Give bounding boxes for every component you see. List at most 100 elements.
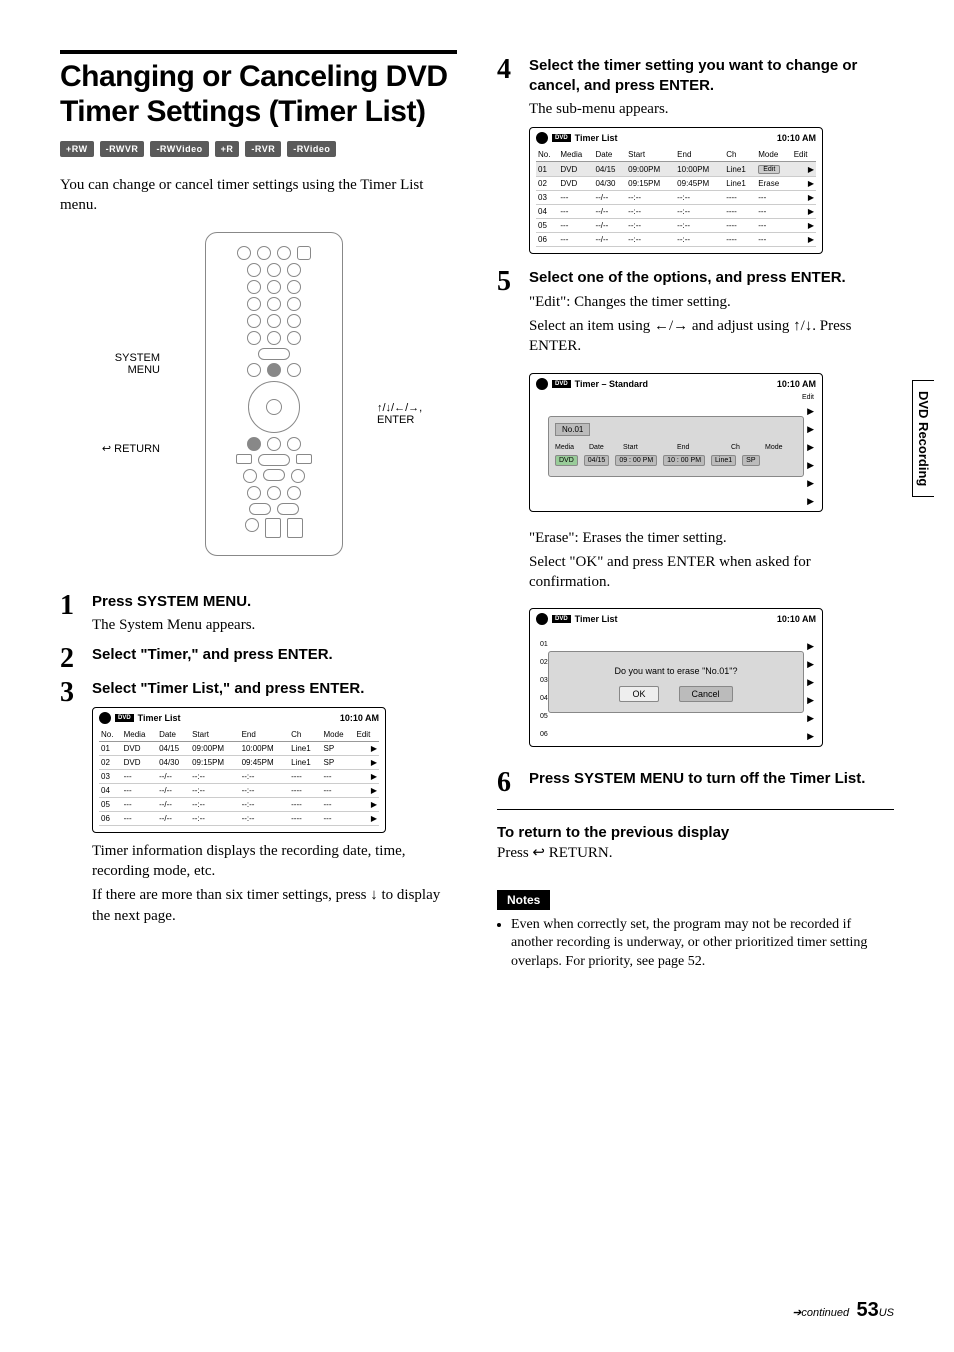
- table-row[interactable]: 06-----/----:----:---------▶: [99, 811, 379, 825]
- step-1: 1 Press SYSTEM MENU. The System Menu app…: [60, 592, 457, 640]
- table-row[interactable]: 05-----/----:----:---------▶: [536, 219, 816, 233]
- continued-label: ➔continued: [792, 1307, 849, 1319]
- timer-list-panel-step4: DVD Timer List 10:10 AM No.MediaDateStar…: [529, 127, 823, 254]
- badge-rvr: -RVR: [245, 141, 281, 157]
- table-row[interactable]: 04-----/----:----:---------▶: [99, 783, 379, 797]
- disc-icon: [99, 712, 111, 724]
- field-end[interactable]: 10 : 00 PM: [663, 455, 705, 466]
- edit-pill[interactable]: Edit: [758, 165, 780, 174]
- panel-title: Timer List: [138, 713, 181, 723]
- table-row[interactable]: 02DVD04/3009:15PM09:45PMLine1Erase▶: [536, 177, 816, 191]
- field-start[interactable]: 09 : 00 PM: [615, 455, 657, 466]
- arrow-icon[interactable]: ▶: [807, 713, 814, 724]
- step-6-head: Press SYSTEM MENU to turn off the Timer …: [529, 769, 865, 789]
- arrow-icon[interactable]: ▶: [807, 442, 814, 453]
- step-4-head: Select the timer setting you want to cha…: [529, 56, 894, 95]
- arrow-icon[interactable]: ▶: [792, 177, 816, 191]
- table-row[interactable]: 06-----/----:----:---------▶: [536, 233, 816, 247]
- ok-button[interactable]: OK: [619, 686, 658, 702]
- field-date[interactable]: 04/15: [584, 455, 610, 466]
- arrow-icon[interactable]: ▶: [807, 460, 814, 471]
- label-start: Start: [623, 444, 671, 451]
- arrow-icon[interactable]: ▶: [792, 219, 816, 233]
- col-mode: Mode: [322, 728, 355, 742]
- intro-text: You can change or cancel timer settings …: [60, 175, 457, 216]
- callout-system-menu: SYSTEM MENU: [80, 352, 160, 376]
- panel-clock: 10:10 AM: [777, 379, 816, 389]
- arrow-icon[interactable]: ▶: [792, 162, 816, 177]
- title-rule: [60, 50, 457, 54]
- table-row[interactable]: 01DVD04/1509:00PM10:00PMLine1Edit▶: [536, 162, 816, 177]
- panel-edit-title: Timer – Standard: [575, 379, 648, 389]
- table-row[interactable]: 03-----/----:----:---------▶: [536, 191, 816, 205]
- step-5-body3: "Erase": Erases the timer setting.: [529, 528, 894, 548]
- notes-label: Notes: [497, 890, 550, 910]
- arrow-icon[interactable]: ▶: [792, 191, 816, 205]
- badge-r-plus: +R: [215, 141, 240, 157]
- arrow-icon[interactable]: ▶: [807, 424, 814, 435]
- table-row[interactable]: 01DVD04/1509:00PM10:00PMLine1SP▶: [99, 741, 379, 755]
- step-4-number: 4: [497, 56, 519, 84]
- arrow-icon[interactable]: ▶: [807, 659, 814, 670]
- step-3-after2: If there are more than six timer setting…: [92, 885, 457, 926]
- cancel-button[interactable]: Cancel: [679, 686, 733, 702]
- arrow-icon[interactable]: ▶: [807, 695, 814, 706]
- note-item: Even when correctly set, the program may…: [511, 916, 894, 973]
- step-4-body: The sub-menu appears.: [529, 99, 894, 119]
- arrow-icon[interactable]: ▶: [807, 677, 814, 688]
- timer-standard-panel: DVD Timer – Standard 10:10 AM Edit ▶ ▶ ▶…: [529, 373, 823, 512]
- panel-title: Timer List: [575, 614, 618, 624]
- disc-icon: [536, 613, 548, 625]
- label-mode: Mode: [765, 444, 785, 451]
- notes-list: Even when correctly set, the program may…: [497, 916, 894, 973]
- panel-clock: 10:10 AM: [777, 133, 816, 143]
- arrow-icon[interactable]: ▶: [792, 233, 816, 247]
- arrow-icon[interactable]: ▶: [355, 741, 380, 755]
- step-3-head: Select "Timer List," and press ENTER.: [92, 679, 457, 699]
- table-row[interactable]: 04-----/----:----:---------▶: [536, 205, 816, 219]
- step-5-number: 5: [497, 268, 519, 296]
- field-mode[interactable]: SP: [742, 455, 759, 466]
- erase-panel: DVD Timer List 10:10 AM ▶ ▶ ▶ ▶ ▶ ▶ 01 0…: [529, 608, 823, 747]
- arrow-icon[interactable]: ▶: [807, 406, 814, 417]
- arrow-icon[interactable]: ▶: [355, 811, 380, 825]
- timer-table-step4: No.MediaDateStartEndChModeEdit 01DVD04/1…: [536, 148, 816, 247]
- step-4: 4 Select the timer setting you want to c…: [497, 56, 894, 262]
- label-ch: Ch: [731, 444, 759, 451]
- label-end: End: [677, 444, 725, 451]
- dvd-chip-icon: DVD: [552, 615, 571, 623]
- col-edit: Edit: [355, 728, 380, 742]
- arrow-icon[interactable]: ▶: [807, 641, 814, 652]
- remote-illustration: [205, 232, 343, 556]
- arrow-icon[interactable]: ▶: [355, 755, 380, 769]
- step-3: 3 Select "Timer List," and press ENTER. …: [60, 679, 457, 930]
- label-date: Date: [589, 444, 617, 451]
- dvd-chip-icon: DVD: [552, 134, 571, 142]
- erase-msg: Do you want to erase "No.01"?: [557, 666, 795, 676]
- arrow-icon[interactable]: ▶: [355, 769, 380, 783]
- badge-rwvideo: -RWVideo: [150, 141, 208, 157]
- col-date: Date: [157, 728, 190, 742]
- callout-enter: ↑/↓/←/→, ENTER: [377, 402, 457, 426]
- field-ch[interactable]: Line1: [711, 455, 736, 466]
- table-row[interactable]: 02DVD04/3009:15PM09:45PMLine1SP▶: [99, 755, 379, 769]
- arrow-icon[interactable]: ▶: [807, 731, 814, 742]
- callout-return: ↩ RETURN: [60, 442, 160, 455]
- arrow-icon[interactable]: ▶: [807, 478, 814, 489]
- col-end: End: [240, 728, 290, 742]
- col-no: No.: [99, 728, 122, 742]
- arrow-icon[interactable]: ▶: [355, 797, 380, 811]
- step-3-number: 3: [60, 679, 82, 707]
- step-2: 2 Select "Timer," and press ENTER.: [60, 645, 457, 673]
- page-footer: ➔continued 53US: [792, 1299, 894, 1322]
- badge-rw-plus: +RW: [60, 141, 94, 157]
- arrow-icon[interactable]: ▶: [792, 205, 816, 219]
- edit-col-label: Edit: [802, 394, 814, 401]
- table-row[interactable]: 03-----/----:----:---------▶: [99, 769, 379, 783]
- table-row[interactable]: 05-----/----:----:---------▶: [99, 797, 379, 811]
- format-badges: +RW -RWVR -RWVideo +R -RVR -RVideo: [60, 141, 457, 157]
- arrow-icon[interactable]: ▶: [807, 496, 814, 507]
- arrow-icon[interactable]: ▶: [355, 783, 380, 797]
- field-media[interactable]: DVD: [555, 455, 578, 466]
- step-1-head: Press SYSTEM MENU.: [92, 592, 255, 612]
